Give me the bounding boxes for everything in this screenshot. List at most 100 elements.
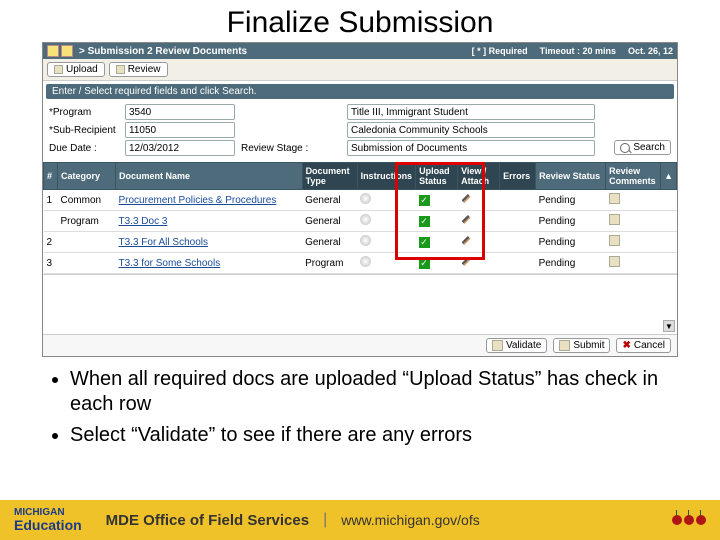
cell-category: Program: [58, 211, 116, 232]
cancel-button[interactable]: ✖ Cancel: [616, 338, 671, 353]
instructions-icon[interactable]: [360, 256, 371, 267]
check-icon: ✓: [419, 216, 430, 227]
cell-review-status: Pending: [536, 211, 606, 232]
validate-button[interactable]: Validate: [486, 338, 547, 353]
footer-office: MDE Office of Field Services: [106, 512, 309, 529]
bullet-list: When all required docs are uploaded “Upl…: [0, 357, 720, 448]
due-value: 12/03/2012: [129, 143, 179, 154]
cell-view-attach: [458, 211, 500, 232]
search-icon: [620, 143, 630, 153]
attach-icon[interactable]: [461, 235, 472, 246]
footer-url: www.michigan.gov/ofs: [341, 512, 480, 528]
review-icon: [116, 65, 125, 74]
tab-label: Review: [128, 64, 161, 75]
col-category: Category: [58, 163, 116, 190]
cell-category: [58, 232, 116, 253]
attach-icon[interactable]: [461, 256, 472, 267]
table-row: 3T3.3 for Some SchoolsProgram✓Pending: [44, 253, 677, 274]
validate-icon: [492, 340, 503, 351]
cell-review-status: Pending: [536, 253, 606, 274]
doc-link[interactable]: T3.3 For All Schools: [119, 237, 208, 248]
cherries-icon: [672, 515, 706, 525]
action-row: Validate Submit ✖ Cancel: [43, 334, 677, 356]
program-label: *Program: [49, 107, 119, 118]
cell-view-attach: [458, 232, 500, 253]
cell-category: Common: [58, 190, 116, 211]
cell-upload-status: ✓: [416, 211, 458, 232]
info-icon[interactable]: [47, 45, 59, 57]
cell-category: [58, 253, 116, 274]
tab-label: Upload: [66, 64, 98, 75]
cell-errors: [500, 190, 536, 211]
upload-icon: [54, 65, 63, 74]
doc-link[interactable]: Procurement Policies & Procedures: [119, 195, 277, 206]
comment-icon[interactable]: [609, 235, 620, 246]
col-upload-status: Upload Status: [416, 163, 458, 190]
col-errors: Errors: [500, 163, 536, 190]
cell-view-attach: [458, 253, 500, 274]
cell-instructions: [357, 253, 416, 274]
col-instructions: Instructions: [357, 163, 416, 190]
subrecipient-input[interactable]: 11050: [125, 122, 235, 138]
slide-title: Finalize Submission: [0, 0, 720, 42]
instructions-icon[interactable]: [360, 193, 371, 204]
table-row: 2 T3.3 For All Schools General ✓ Pending: [44, 232, 677, 253]
stage-value: Submission of Documents: [347, 140, 595, 156]
instructions-icon[interactable]: [360, 235, 371, 246]
check-icon: ✓: [419, 237, 430, 248]
cell-type: Program: [302, 253, 357, 274]
search-button[interactable]: Search: [614, 140, 671, 155]
subrecipient-label: *Sub-Recipient: [49, 125, 119, 136]
bullet-1: When all required docs are uploaded “Upl…: [70, 367, 674, 417]
tab-row: Upload Review: [43, 59, 677, 81]
check-icon: ✓: [419, 195, 430, 206]
doc-link[interactable]: T3.3 for Some Schools: [119, 258, 221, 269]
cell-num: 2: [44, 232, 58, 253]
table-scroll-area: ▼: [43, 274, 677, 334]
cell-type: General: [302, 211, 357, 232]
cell-num: 3: [44, 253, 58, 274]
instructions-icon[interactable]: [360, 214, 371, 225]
table-wrap: # Category Document Name Document Type I…: [43, 162, 677, 274]
table-row: ProgramT3.3 Doc 3 General ✓ Pending: [44, 211, 677, 232]
attach-icon[interactable]: [461, 214, 472, 225]
scroll-down-icon[interactable]: ▼: [663, 320, 675, 332]
program-value: 3540: [129, 107, 151, 118]
stage-label: Review Stage :: [241, 143, 341, 154]
cell-review-comments: [606, 253, 661, 274]
hint-bar: Enter / Select required fields and click…: [46, 84, 674, 99]
cell-docname: T3.3 for Some Schools: [116, 253, 303, 274]
col-docname: Document Name: [116, 163, 303, 190]
col-scroll: ▲: [661, 163, 677, 190]
cell-errors: [500, 211, 536, 232]
app-window: > Submission 2 Review Documents [ * ] Re…: [42, 42, 678, 357]
bookmark-icon[interactable]: [61, 45, 73, 57]
cell-upload-status: ✓: [416, 190, 458, 211]
submit-icon: [559, 340, 570, 351]
cell-instructions: [357, 190, 416, 211]
comment-icon[interactable]: [609, 256, 620, 267]
comment-icon[interactable]: [609, 193, 620, 204]
footer: MICHIGAN Education MDE Office of Field S…: [0, 500, 720, 540]
cell-num: 1: [44, 190, 58, 211]
col-view-attach: View / Attach: [458, 163, 500, 190]
program-desc: Title III, Immigrant Student: [347, 104, 595, 120]
cell-review-comments: [606, 211, 661, 232]
attach-icon[interactable]: [461, 193, 472, 204]
cell-type: General: [302, 232, 357, 253]
required-note: [ * ] Required: [472, 46, 528, 56]
cell-num: [44, 211, 58, 232]
due-input[interactable]: 12/03/2012: [125, 140, 235, 156]
cell-errors: [500, 232, 536, 253]
tab-upload[interactable]: Upload: [47, 62, 105, 77]
footer-logo: MICHIGAN Education: [14, 508, 82, 532]
col-review-comments: Review Comments: [606, 163, 661, 190]
doc-link[interactable]: T3.3 Doc 3: [119, 216, 168, 227]
cell-review-status: Pending: [536, 232, 606, 253]
footer-sep: |: [323, 511, 327, 529]
comment-icon[interactable]: [609, 214, 620, 225]
tab-review[interactable]: Review: [109, 62, 168, 77]
submit-button[interactable]: Submit: [553, 338, 610, 353]
cell-review-comments: [606, 190, 661, 211]
program-input[interactable]: 3540: [125, 104, 235, 120]
